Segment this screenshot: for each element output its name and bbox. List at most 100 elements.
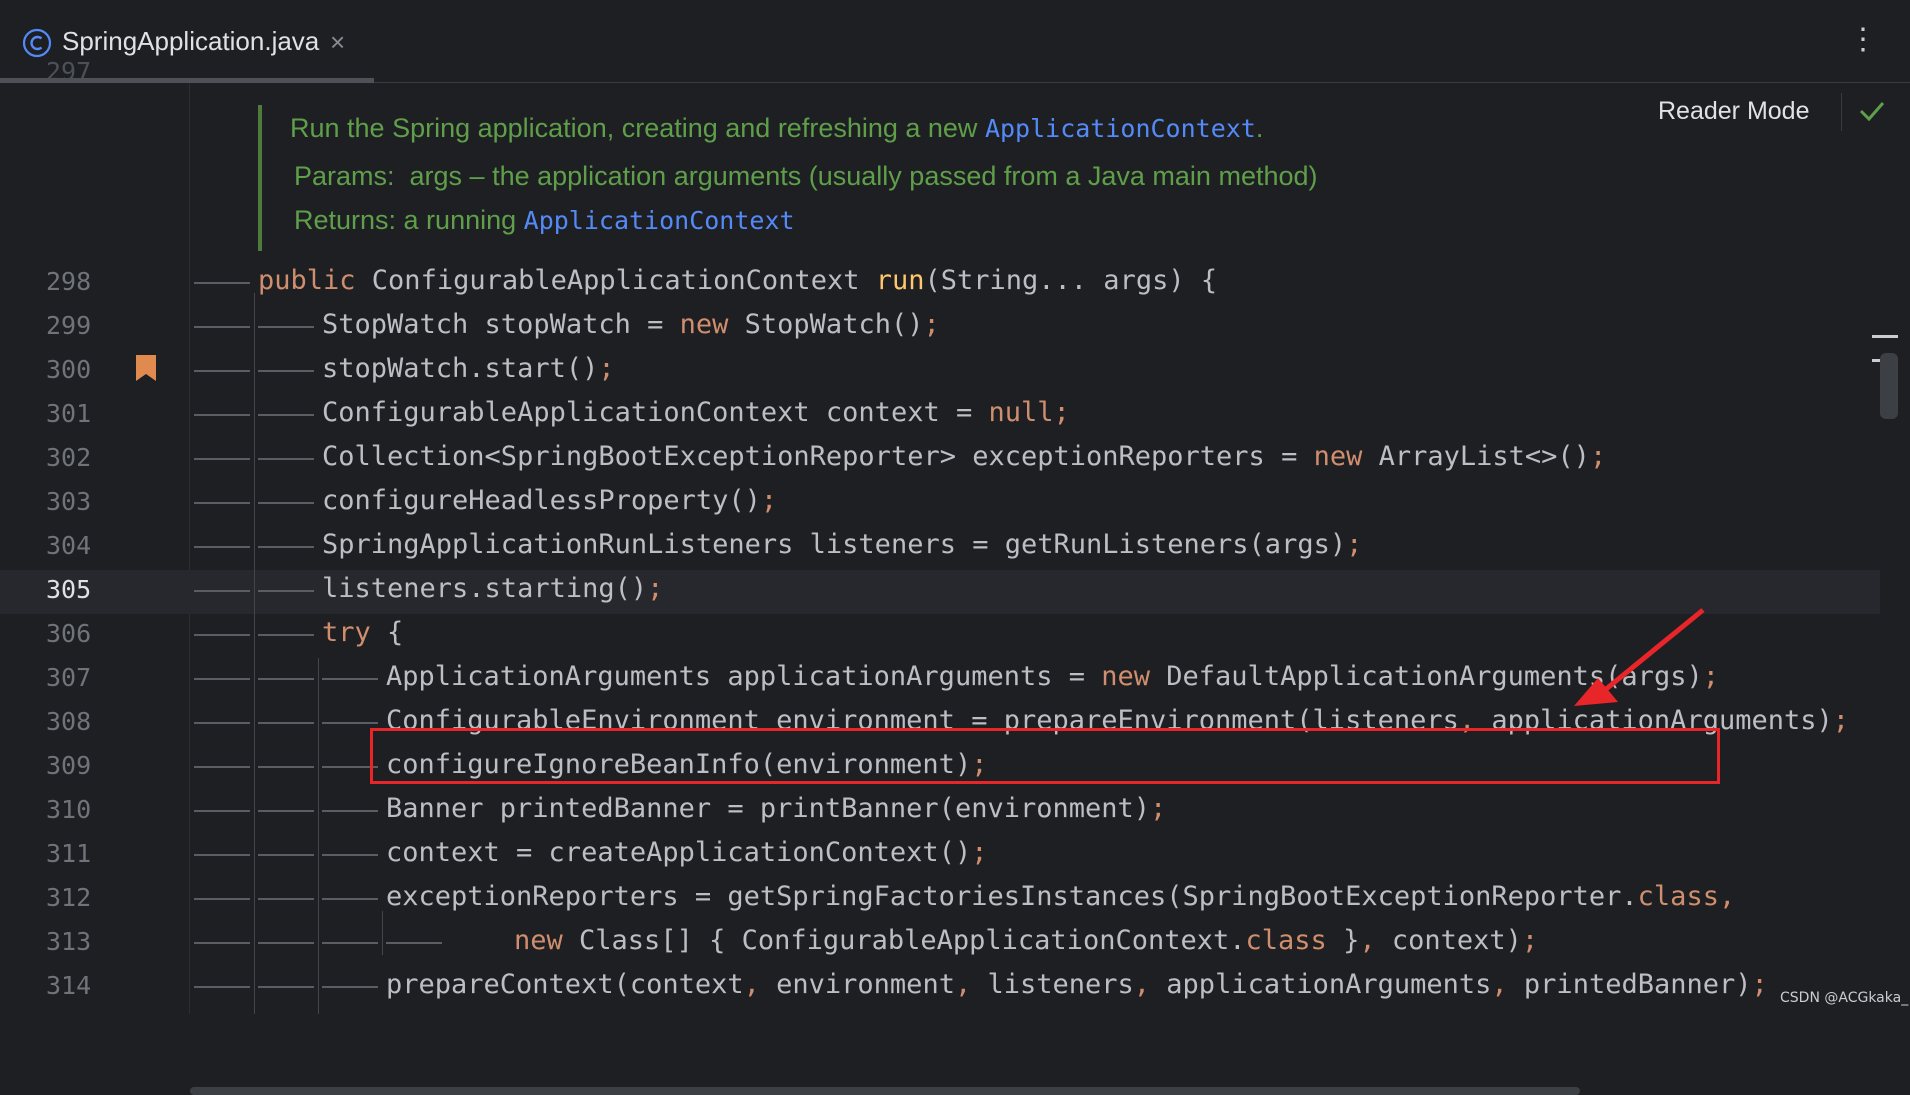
indent-marker	[322, 810, 378, 812]
indent-marker	[194, 414, 250, 416]
indent-marker	[322, 942, 378, 944]
code-token: context = createApplicationContext()	[386, 837, 972, 868]
horizontal-scrollbar[interactable]	[190, 1087, 1580, 1095]
line-number: 302	[46, 443, 92, 472]
check-icon[interactable]	[1858, 97, 1886, 125]
line-number: 307	[46, 663, 92, 692]
code-line[interactable]: 303 configureHeadlessProperty();	[0, 481, 1880, 525]
code-line[interactable]: 313 new Class[] { ConfigurableApplication…	[0, 921, 1880, 965]
doc-returns: Returns: a running ApplicationContext	[294, 205, 795, 235]
code-token: ,	[1133, 969, 1167, 1000]
code-token: class,	[1637, 881, 1736, 912]
vertical-scrollbar[interactable]	[1880, 353, 1898, 419]
code-text[interactable]: ConfigurableApplicationContext context =…	[322, 397, 1070, 428]
code-text[interactable]: SpringApplicationRunListeners listeners …	[322, 529, 1362, 560]
indent-marker	[194, 502, 250, 504]
indent-marker	[258, 678, 314, 680]
code-line[interactable]: 302 Collection<SpringBootExceptionReporte…	[0, 437, 1880, 481]
doc-link[interactable]: ApplicationContext	[524, 206, 795, 235]
code-line[interactable]: 312 exceptionReporters = getSpringFactori…	[0, 877, 1880, 921]
doc-comment: Run the Spring application, creating and…	[258, 105, 1590, 251]
indent-marker	[258, 502, 314, 504]
code-token: Class[] { ConfigurableApplicationContext…	[579, 925, 1246, 956]
line-number: 306	[46, 619, 92, 648]
more-options-icon[interactable]: ⋮	[1848, 20, 1878, 60]
code-line[interactable]: 299 StopWatch stopWatch = new StopWatch()…	[0, 305, 1880, 349]
watermark: CSDN @ACGkaka_	[1780, 990, 1909, 1006]
code-text[interactable]: exceptionReporters = getSpringFactoriesI…	[386, 881, 1735, 912]
code-token: ;	[971, 837, 988, 868]
code-line[interactable]: 300 stopWatch.start();	[0, 349, 1880, 393]
code-token: ApplicationArguments applicationArgument…	[386, 661, 1102, 692]
scroll-marker	[1872, 335, 1898, 338]
code-text[interactable]: Collection<SpringBootExceptionReporter> …	[322, 441, 1606, 472]
code-text[interactable]: public ConfigurableApplicationContext ru…	[258, 265, 1217, 296]
code-token: (String... args) {	[924, 265, 1218, 296]
code-token: class	[1245, 925, 1344, 956]
tab-title: SpringApplication.java	[62, 26, 320, 56]
code-editor[interactable]: 297 Reader Mode Run the Spring applicati…	[0, 57, 1910, 1095]
code-token: ;	[598, 353, 615, 384]
code-token: exceptionReporters = getSpringFactoriesI…	[386, 881, 1638, 912]
indent-marker	[194, 590, 250, 592]
code-line[interactable]: 304 SpringApplicationRunListeners listene…	[0, 525, 1880, 569]
indent-marker	[194, 854, 250, 856]
code-token: Banner printedBanner = printBanner(envir…	[386, 793, 1151, 824]
indent-marker	[194, 942, 250, 944]
editor-tab-bar: SpringApplication.java × ⋮	[0, 0, 1910, 83]
code-line[interactable]: 314 prepareContext(context, environment, …	[0, 965, 1880, 1009]
indent-marker	[194, 370, 250, 372]
indent-marker	[258, 590, 314, 592]
code-text[interactable]: ApplicationArguments applicationArgument…	[386, 661, 1719, 692]
code-text[interactable]: context = createApplicationContext();	[386, 837, 987, 868]
indent-marker	[258, 370, 314, 372]
doc-summary: Run the Spring application, creating and…	[290, 113, 1264, 143]
class-icon	[22, 28, 52, 58]
code-line[interactable]: 311 context = createApplicationContext();	[0, 833, 1880, 877]
code-text[interactable]: stopWatch.start();	[322, 353, 615, 384]
code-token: ;	[1589, 441, 1607, 472]
code-token: ;	[1521, 925, 1539, 956]
code-line[interactable]: 310 Banner printedBanner = printBanner(en…	[0, 789, 1880, 833]
indent-marker	[258, 898, 314, 900]
indent-marker	[258, 458, 314, 460]
code-token: context)	[1391, 925, 1522, 956]
indent-marker	[258, 986, 314, 988]
code-token: Collection<SpringBootExceptionReporter> …	[322, 441, 1314, 472]
indent-marker	[194, 810, 250, 812]
code-token: SpringApplicationRunListeners listeners …	[322, 529, 1347, 560]
code-token: ;	[1751, 969, 1768, 1000]
code-text[interactable]: new Class[] { ConfigurableApplicationCon…	[514, 925, 1538, 956]
code-token: printedBanner)	[1523, 969, 1752, 1000]
code-token: ,	[743, 969, 777, 1000]
line-number: 305	[46, 575, 92, 604]
doc-params: Params: args – the application arguments…	[294, 161, 1318, 191]
line-number: 303	[46, 487, 92, 516]
indent-marker	[258, 326, 314, 328]
code-text[interactable]: try {	[322, 617, 403, 648]
doc-link[interactable]: ApplicationContext	[985, 114, 1256, 143]
code-token: run	[875, 265, 925, 296]
indent-marker	[322, 898, 378, 900]
close-icon[interactable]: ×	[330, 27, 345, 58]
indent-marker	[258, 942, 314, 944]
code-token: StopWatch()	[744, 309, 924, 340]
code-text[interactable]: listeners.starting();	[322, 573, 663, 604]
reader-mode-toggle[interactable]: Reader Mode	[1658, 97, 1809, 126]
line-number: 313	[46, 927, 92, 956]
indent-marker	[194, 326, 250, 328]
code-token: ,	[1359, 925, 1392, 956]
code-token: new	[1101, 661, 1167, 692]
code-text[interactable]: prepareContext(context, environment, lis…	[386, 969, 1768, 1000]
code-text[interactable]: Banner printedBanner = printBanner(envir…	[386, 793, 1166, 824]
code-token: ,	[954, 969, 988, 1000]
code-line[interactable]: 298 public ConfigurableApplicationContext…	[0, 261, 1880, 305]
code-token: try	[322, 617, 388, 648]
line-number: 298	[46, 267, 92, 296]
code-text[interactable]: configureHeadlessProperty();	[322, 485, 777, 516]
indent-marker	[322, 678, 378, 680]
line-number: 310	[46, 795, 92, 824]
code-token: ConfigurableApplicationContext context =	[322, 397, 989, 428]
code-text[interactable]: StopWatch stopWatch = new StopWatch();	[322, 309, 940, 340]
code-line[interactable]: 301 ConfigurableApplicationContext contex…	[0, 393, 1880, 437]
